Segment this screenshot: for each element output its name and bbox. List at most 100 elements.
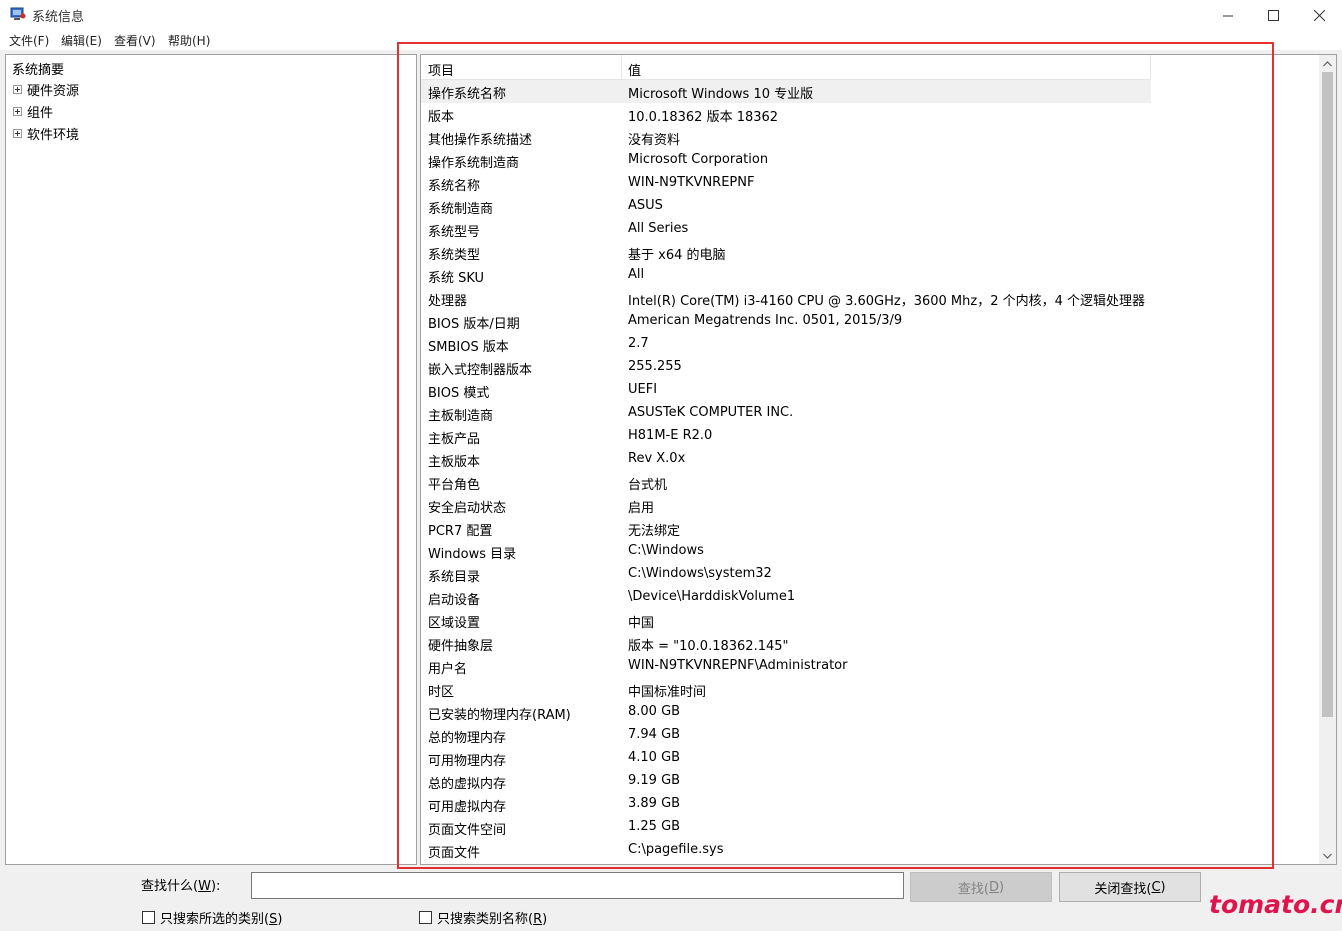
search-selected-category-checkbox[interactable]: 只搜索所选的类别(S) bbox=[142, 908, 282, 927]
tree-item-software[interactable]: 软件环境 bbox=[13, 124, 80, 143]
tree-item-label: 组件 bbox=[27, 105, 54, 121]
table-row[interactable]: 时区 中国标准时间 bbox=[421, 678, 1321, 701]
menu-file[interactable]: 文件(F) bbox=[9, 32, 49, 49]
find-button[interactable]: 查找(D) bbox=[910, 872, 1052, 902]
row-item-cell: 可用物理内存 bbox=[428, 754, 507, 769]
row-item-cell: 已安装的物理内存(RAM) bbox=[428, 708, 571, 723]
table-row[interactable]: 系统名称 WIN-N9TKVNREPNF bbox=[421, 172, 1321, 195]
column-header-value[interactable]: 值 bbox=[628, 60, 641, 79]
column-divider[interactable] bbox=[1150, 55, 1151, 79]
table-row[interactable]: 系统制造商 ASUS bbox=[421, 195, 1321, 218]
vertical-scrollbar[interactable] bbox=[1319, 55, 1336, 864]
table-row[interactable]: 安全启动状态 启用 bbox=[421, 494, 1321, 517]
table-row[interactable]: 系统目录 C:\Windows\system32 bbox=[421, 563, 1321, 586]
row-value-cell: UEFI bbox=[628, 382, 658, 397]
table-row[interactable]: BIOS 版本/日期 American Megatrends Inc. 0501,… bbox=[421, 310, 1321, 333]
row-value-cell: C:\pagefile.sys bbox=[628, 842, 724, 857]
table-row[interactable]: 主板制造商 ASUSTeK COMPUTER INC. bbox=[421, 402, 1321, 425]
table-row[interactable]: 处理器 Intel(R) Core(TM) i3-4160 CPU @ 3.60G… bbox=[421, 287, 1321, 310]
scroll-down-arrow[interactable] bbox=[1319, 847, 1336, 864]
row-item-cell: 时区 bbox=[428, 685, 455, 700]
row-item-cell: 启动设备 bbox=[428, 593, 481, 608]
row-item-cell: 区域设置 bbox=[428, 616, 481, 631]
table-row[interactable]: PCR7 配置 无法绑定 bbox=[421, 517, 1321, 540]
table-row[interactable]: 嵌入式控制器版本 255.255 bbox=[421, 356, 1321, 379]
minimize-button[interactable] bbox=[1205, 0, 1251, 30]
row-value-cell: 3.89 GB bbox=[628, 796, 681, 811]
table-row[interactable]: 系统类型 基于 x64 的电脑 bbox=[421, 241, 1321, 264]
table-row[interactable]: 总的虚拟内存 9.19 GB bbox=[421, 770, 1321, 793]
row-item-cell: 主板制造商 bbox=[428, 409, 494, 424]
scroll-up-arrow[interactable] bbox=[1319, 55, 1336, 72]
row-item-cell: 系统制造商 bbox=[428, 202, 494, 217]
tree-item-label: 硬件资源 bbox=[27, 83, 80, 99]
row-item-cell: 页面文件空间 bbox=[428, 823, 507, 838]
table-row[interactable]: 可用虚拟内存 3.89 GB bbox=[421, 793, 1321, 816]
scrollbar-thumb[interactable] bbox=[1322, 72, 1333, 717]
checkbox-box[interactable] bbox=[419, 911, 432, 924]
row-item-cell: 处理器 bbox=[428, 294, 468, 309]
expand-icon[interactable] bbox=[13, 84, 22, 94]
row-item-cell: 其他操作系统描述 bbox=[428, 133, 533, 148]
row-item-cell: 页面文件 bbox=[428, 846, 481, 861]
find-input[interactable] bbox=[251, 872, 904, 899]
expand-icon[interactable] bbox=[13, 128, 22, 138]
row-value-cell: Microsoft Corporation bbox=[628, 152, 769, 167]
menu-view[interactable]: 查看(V) bbox=[114, 32, 156, 49]
row-value-cell: 9.19 GB bbox=[628, 773, 681, 788]
expand-icon[interactable] bbox=[13, 106, 22, 116]
tree-item-label: 软件环境 bbox=[27, 127, 80, 143]
table-row[interactable]: 版本 10.0.18362 版本 18362 bbox=[421, 103, 1321, 126]
close-button[interactable] bbox=[1296, 0, 1342, 30]
table-row[interactable]: BIOS 模式 UEFI bbox=[421, 379, 1321, 402]
row-value-cell: ASUS bbox=[628, 198, 663, 213]
row-value-cell: C:\Windows\system32 bbox=[628, 566, 772, 581]
table-row[interactable]: 主板产品 H81M-E R2.0 bbox=[421, 425, 1321, 448]
chevron-up-icon bbox=[1323, 60, 1332, 66]
table-row[interactable]: 系统型号 All Series bbox=[421, 218, 1321, 241]
table-row[interactable]: 其他操作系统描述 没有资料 bbox=[421, 126, 1321, 149]
table-row[interactable]: 硬件抽象层 版本 = "10.0.18362.145" bbox=[421, 632, 1321, 655]
row-value-cell: Intel(R) Core(TM) i3-4160 CPU @ 3.60GHz，… bbox=[628, 294, 1146, 309]
row-item-cell: 系统目录 bbox=[428, 570, 481, 585]
row-item-cell: 系统型号 bbox=[428, 225, 481, 240]
row-item-cell: 平台角色 bbox=[428, 478, 481, 493]
table-row[interactable]: 页面文件 C:\pagefile.sys bbox=[421, 839, 1321, 862]
table-row[interactable]: 主板版本 Rev X.0x bbox=[421, 448, 1321, 471]
table-row[interactable]: SMBIOS 版本 2.7 bbox=[421, 333, 1321, 356]
row-item-cell: 嵌入式控制器版本 bbox=[428, 363, 533, 378]
table-row[interactable]: Windows 目录 C:\Windows bbox=[421, 540, 1321, 563]
table-row[interactable]: 启动设备 \Device\HarddiskVolume1 bbox=[421, 586, 1321, 609]
table-row[interactable]: 可用物理内存 4.10 GB bbox=[421, 747, 1321, 770]
checkbox-label: 只搜索类别名称(R) bbox=[437, 912, 548, 927]
column-divider[interactable] bbox=[621, 55, 622, 79]
row-item-cell: 用户名 bbox=[428, 662, 468, 677]
column-header-item[interactable]: 项目 bbox=[428, 60, 454, 79]
table-row[interactable]: 总的物理内存 7.94 GB bbox=[421, 724, 1321, 747]
tree-item-components[interactable]: 组件 bbox=[13, 102, 54, 121]
details-list[interactable]: 项目 值 操作系统名称 Microsoft Windows 10 专业版 版本 10.… bbox=[420, 54, 1337, 865]
table-row[interactable]: 用户名 WIN-N9TKVNREPNF\Administrator bbox=[421, 655, 1321, 678]
maximize-button[interactable] bbox=[1250, 0, 1296, 30]
menu-help[interactable]: 帮助(H) bbox=[168, 32, 210, 49]
tree-item-system-summary[interactable]: 系统摘要 bbox=[12, 59, 64, 78]
table-row[interactable]: 操作系统制造商 Microsoft Corporation bbox=[421, 149, 1321, 172]
row-item-cell: BIOS 模式 bbox=[428, 386, 490, 401]
tree-item-hardware[interactable]: 硬件资源 bbox=[13, 80, 80, 99]
table-row[interactable]: 已安装的物理内存(RAM) 8.00 GB bbox=[421, 701, 1321, 724]
row-item-cell: 总的物理内存 bbox=[428, 731, 507, 746]
table-row[interactable]: 平台角色 台式机 bbox=[421, 471, 1321, 494]
close-find-button[interactable]: 关闭查找(C) bbox=[1059, 872, 1201, 902]
table-row[interactable]: 区域设置 中国 bbox=[421, 609, 1321, 632]
search-category-names-checkbox[interactable]: 只搜索类别名称(R) bbox=[419, 908, 547, 927]
row-value-cell: 无法绑定 bbox=[628, 524, 681, 539]
chevron-down-icon bbox=[1323, 853, 1332, 859]
table-row[interactable]: 系统 SKU All bbox=[421, 264, 1321, 287]
table-row[interactable]: 页面文件空间 1.25 GB bbox=[421, 816, 1321, 839]
table-row[interactable]: 操作系统名称 Microsoft Windows 10 专业版 bbox=[421, 80, 1151, 103]
category-tree[interactable]: 系统摘要 硬件资源 组件 软件环境 bbox=[5, 54, 417, 865]
menu-edit[interactable]: 编辑(E) bbox=[61, 32, 102, 49]
row-value-cell: H81M-E R2.0 bbox=[628, 428, 713, 443]
list-header: 项目 值 bbox=[421, 55, 1151, 80]
checkbox-box[interactable] bbox=[142, 911, 155, 924]
